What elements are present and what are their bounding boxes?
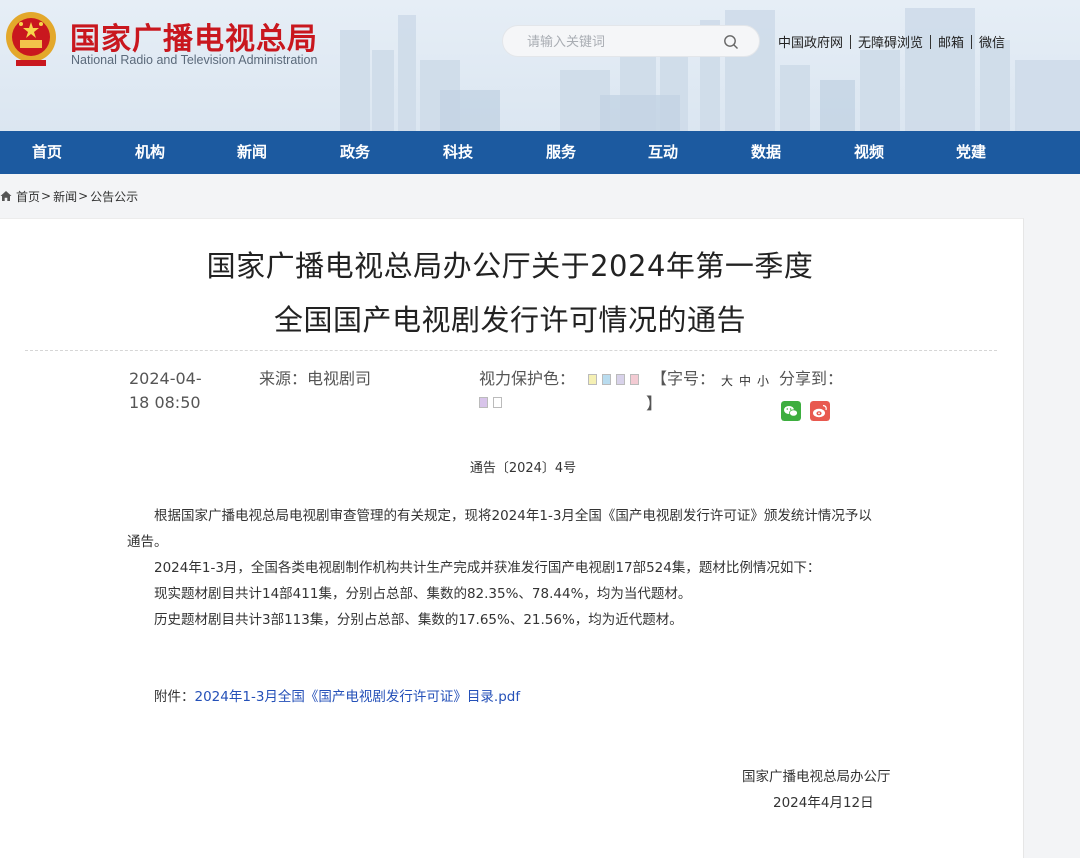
main-nav: 首页 机构 新闻 政务 科技 服务 互动 数据 视频 党建 bbox=[0, 131, 1080, 174]
font-size-small[interactable]: 小 bbox=[757, 372, 769, 389]
title-divider bbox=[25, 350, 997, 351]
body-paragraph-3: 现实题材剧目共计14部411集，分别占总部、集数的82.35%、78.44%，均… bbox=[154, 586, 692, 602]
national-emblem-logo[interactable] bbox=[4, 10, 58, 68]
font-size-bracket-close: 】 bbox=[646, 394, 663, 413]
eye-protect-label: 视力保护色： bbox=[479, 369, 576, 388]
publish-date-line-2: 18 08:50 bbox=[129, 393, 201, 412]
eye-color-white[interactable] bbox=[493, 397, 502, 408]
eye-color-lavender[interactable] bbox=[479, 397, 488, 408]
nav-item-data[interactable]: 数据 bbox=[726, 131, 806, 174]
breadcrumb-home[interactable]: 首页 bbox=[16, 188, 40, 205]
article-title-line-1: 国家广播电视总局办公厅关于2024年第一季度 bbox=[206, 249, 814, 283]
site-logo-title[interactable]: 国家广播电视总局 bbox=[70, 14, 318, 58]
link-accessibility[interactable]: 无障碍浏览 bbox=[858, 32, 923, 51]
breadcrumb-separator: > bbox=[41, 189, 52, 203]
body-paragraph-1: 根据国家广播电视总局电视剧审查管理的有关规定，现将2024年1-3月全国《国产电… bbox=[154, 508, 872, 524]
nav-item-organization[interactable]: 机构 bbox=[110, 131, 190, 174]
nav-item-interaction[interactable]: 互动 bbox=[623, 131, 703, 174]
attachment: 附件：2024年1-3月全国《国产电视剧发行许可证》目录.pdf bbox=[154, 685, 520, 705]
body-paragraph-4: 历史题材剧目共计3部113集，分别占总部、集数的17.65%、21.56%，均为… bbox=[154, 612, 683, 628]
signature-date: 2024年4月12日 bbox=[773, 795, 874, 811]
attachment-label: 附件： bbox=[154, 689, 195, 705]
article-title-line-2: 全国国产电视剧发行许可情况的通告 bbox=[273, 303, 746, 337]
eye-color-blue[interactable] bbox=[602, 374, 611, 385]
top-links: 中国政府网 无障碍浏览 邮箱 微信 bbox=[778, 32, 1005, 51]
search-box bbox=[502, 25, 760, 57]
link-mailbox[interactable]: 邮箱 bbox=[938, 32, 964, 51]
eye-color-pink[interactable] bbox=[630, 374, 639, 385]
search-input[interactable] bbox=[527, 32, 717, 52]
home-icon bbox=[0, 191, 12, 201]
body-paragraph-2: 2024年1-3月，全国各类电视剧制作机构共计生产完成并获准发行国产电视剧17部… bbox=[154, 560, 821, 576]
font-size-large[interactable]: 大 bbox=[721, 372, 733, 389]
nav-item-party[interactable]: 党建 bbox=[931, 131, 1011, 174]
breadcrumb: 首页 > 新闻 > 公告公示 bbox=[0, 186, 138, 206]
divider bbox=[850, 34, 852, 49]
nav-item-government[interactable]: 政务 bbox=[315, 131, 395, 174]
share-label: 分享到： bbox=[779, 369, 844, 388]
font-size-label: 【字号： bbox=[651, 369, 716, 388]
weibo-share-icon[interactable] bbox=[810, 401, 830, 421]
wechat-share-icon[interactable] bbox=[781, 401, 801, 421]
link-gov-portal[interactable]: 中国政府网 bbox=[778, 32, 843, 51]
attachment-pdf-link[interactable]: 2024年1-3月全国《国产电视剧发行许可证》目录.pdf bbox=[195, 689, 521, 705]
nav-item-news[interactable]: 新闻 bbox=[212, 131, 292, 174]
nav-item-video[interactable]: 视频 bbox=[829, 131, 909, 174]
nav-item-services[interactable]: 服务 bbox=[521, 131, 601, 174]
breadcrumb-news[interactable]: 新闻 bbox=[53, 188, 77, 205]
divider bbox=[930, 34, 932, 49]
nav-item-technology[interactable]: 科技 bbox=[418, 131, 498, 174]
article-card: 国家广播电视总局办公厅关于2024年第一季度 全国国产电视剧发行许可情况的通告 … bbox=[0, 218, 1024, 858]
divider bbox=[971, 34, 973, 49]
breadcrumb-separator: > bbox=[78, 189, 89, 203]
site-header: 国家广播电视总局 National Radio and Television A… bbox=[0, 0, 1080, 131]
link-wechat[interactable]: 微信 bbox=[979, 32, 1005, 51]
publish-date-line-1: 2024-04- bbox=[129, 369, 202, 388]
site-logo-subtitle: National Radio and Television Administra… bbox=[71, 53, 318, 67]
body-paragraph-1-cont: 通告。 bbox=[127, 534, 168, 550]
nav-item-home[interactable]: 首页 bbox=[7, 131, 87, 174]
font-size-medium[interactable]: 中 bbox=[739, 372, 751, 389]
search-icon[interactable] bbox=[723, 34, 739, 50]
article-source: 来源：电视剧司 bbox=[259, 369, 372, 388]
eye-color-yellow[interactable] bbox=[588, 374, 597, 385]
eye-color-gray-purple[interactable] bbox=[616, 374, 625, 385]
publish-date: 2024-04- 18 08:50 bbox=[129, 367, 229, 415]
signature-organization: 国家广播电视总局办公厅 bbox=[742, 769, 891, 785]
document-number: 通告〔2024〕4号 bbox=[469, 461, 577, 476]
breadcrumb-announcements[interactable]: 公告公示 bbox=[90, 188, 138, 205]
